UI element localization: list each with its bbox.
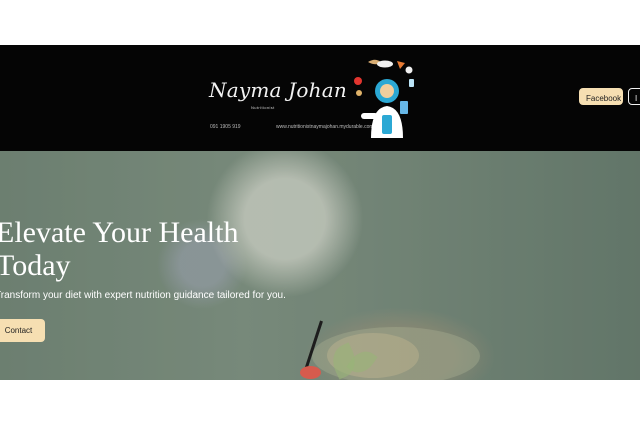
hero-background-berry	[300, 366, 321, 379]
social-button-partial[interactable]: I	[628, 88, 640, 105]
brand-logo-name[interactable]: Nayma Johan	[209, 78, 347, 102]
hero-title: Elevate Your Health Today	[0, 216, 239, 282]
facebook-button[interactable]: Facebook	[579, 88, 623, 105]
nutritionist-person	[361, 79, 408, 138]
phone-number: 091 1905 919	[210, 124, 241, 130]
contact-button[interactable]: Contact	[0, 319, 45, 342]
brand-logo-subtitle: Nutritionist	[251, 105, 275, 110]
hero-subtitle: Transform your diet with expert nutritio…	[0, 290, 286, 301]
nutritionist-illustration	[354, 59, 414, 138]
